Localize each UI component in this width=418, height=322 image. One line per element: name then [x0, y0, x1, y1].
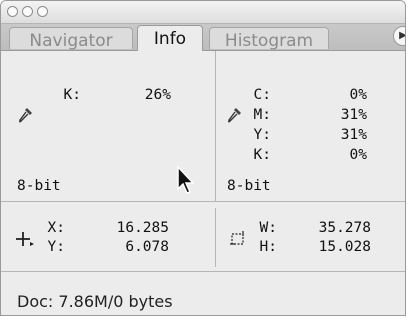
bit-depth-left: 8-bit: [17, 178, 61, 194]
c-value: 0%: [349, 87, 367, 103]
triangle-right-icon: ▶: [399, 30, 405, 41]
y-value: 31%: [340, 127, 367, 143]
footer-divider: [1, 271, 405, 272]
c-label: C:: [253, 87, 271, 103]
info-panel: Navigator Info Histogram ▶ K: 26% 8-bit …: [0, 0, 406, 316]
eyedropper-icon[interactable]: [227, 106, 243, 128]
tab-navigator[interactable]: Navigator: [9, 27, 133, 51]
tab-info[interactable]: Info: [137, 25, 203, 51]
tab-histogram[interactable]: Histogram: [209, 27, 329, 51]
crosshair-icon: [15, 230, 35, 252]
bit-depth-right: 8-bit: [227, 178, 271, 194]
eyedropper-icon[interactable]: [18, 106, 34, 128]
k-label-left: K:: [63, 87, 81, 103]
row-divider: [1, 201, 405, 202]
w-value: 35.278: [318, 220, 371, 236]
m-label: M:: [253, 107, 271, 123]
y-label: Y:: [253, 127, 271, 143]
h-label: H:: [259, 239, 277, 255]
bottom-divider: [215, 208, 216, 267]
close-button[interactable]: [7, 6, 18, 17]
minimize-button[interactable]: [22, 6, 33, 17]
k-value-left: 26%: [144, 87, 171, 103]
zoom-button[interactable]: [37, 6, 48, 17]
x-value: 16.285: [116, 220, 169, 236]
w-label: W:: [259, 220, 277, 236]
y-value-pos: 6.078: [125, 239, 169, 255]
k-value-right: 0%: [349, 147, 367, 163]
mouse-pointer-icon: [176, 165, 198, 199]
top-divider: [215, 51, 216, 201]
selection-size-icon: [229, 229, 249, 253]
tab-strip: Navigator Info Histogram ▶: [1, 24, 405, 51]
title-bar[interactable]: [1, 1, 405, 24]
m-value: 31%: [340, 107, 367, 123]
y-label-pos: Y:: [47, 239, 65, 255]
panel-menu-button[interactable]: ▶: [393, 26, 405, 46]
x-label: X:: [47, 220, 65, 236]
h-value: 15.028: [318, 239, 371, 255]
document-size-info: Doc: 7.86M/0 bytes: [17, 292, 173, 311]
k-label-right: K:: [253, 147, 271, 163]
